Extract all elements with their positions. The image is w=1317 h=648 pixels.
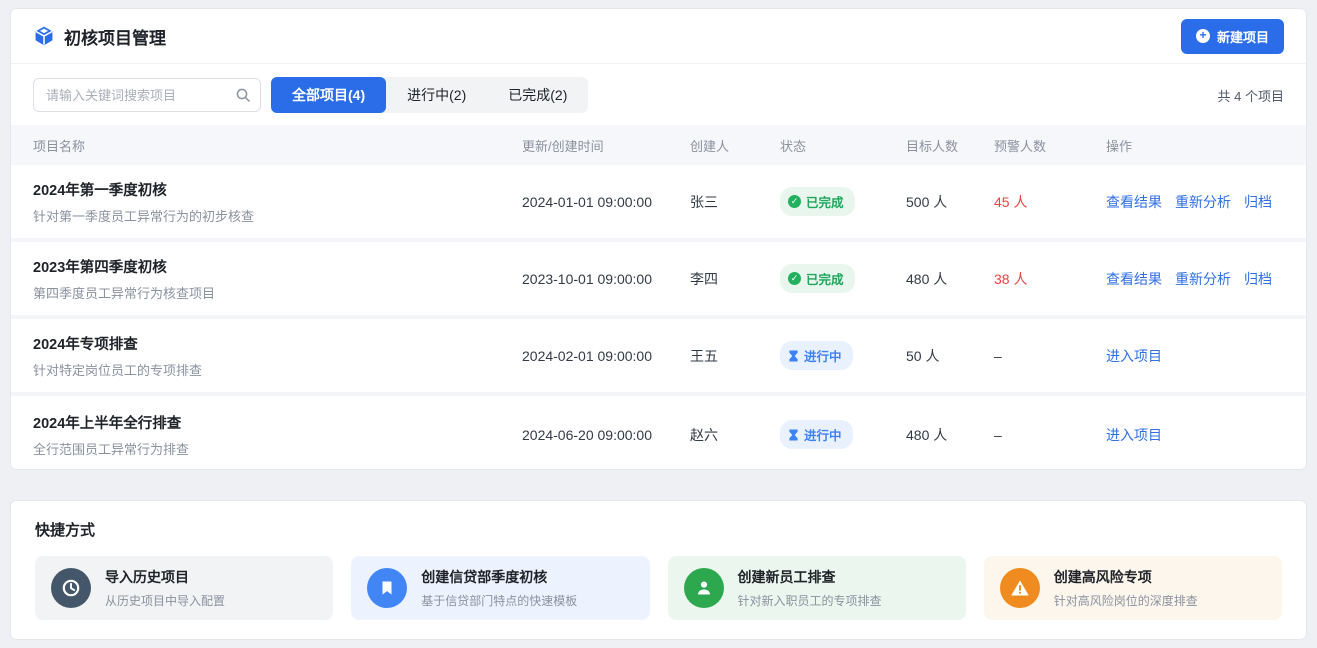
project-time: 2023-10-01 09:00:00 xyxy=(522,271,690,287)
project-time: 2024-01-01 09:00:00 xyxy=(522,194,690,210)
box-icon xyxy=(33,25,55,47)
row-actions: 进入项目 xyxy=(1106,425,1284,445)
shortcut-subtitle: 从历史项目中导入配置 xyxy=(105,592,225,609)
project-creator: 赵六 xyxy=(690,425,780,445)
toolbar: 全部项目(4) 进行中(2) 已完成(2) 共 4 个项目 xyxy=(11,64,1306,125)
action-archive[interactable]: 归档 xyxy=(1244,271,1272,287)
project-description: 第四季度员工异常行为核查项目 xyxy=(33,283,522,302)
col-target: 目标人数 xyxy=(906,136,994,155)
col-project-name: 项目名称 xyxy=(33,136,522,155)
status-badge: 进行中 xyxy=(780,341,853,370)
warning-count: 45 人 xyxy=(994,192,1106,212)
row-actions: 进入项目 xyxy=(1106,346,1284,366)
plus-circle-icon: + xyxy=(1196,29,1210,43)
user-icon xyxy=(684,568,724,608)
check-circle-icon: ✓ xyxy=(788,195,801,208)
search-icon[interactable] xyxy=(235,87,251,108)
tab-all-projects[interactable]: 全部项目(4) xyxy=(271,77,386,113)
table-row: 2024年上半年全行排查 全行范围员工异常行为排查 2024-06-20 09:… xyxy=(11,396,1306,470)
page-title: 初核项目管理 xyxy=(33,24,166,49)
warning-count: – xyxy=(994,348,1106,364)
total-count: 共 4 个项目 xyxy=(1218,86,1284,105)
table-header: 项目名称 更新/创建时间 创建人 状态 目标人数 预警人数 操作 xyxy=(11,125,1306,165)
shortcut-subtitle: 针对高风险岗位的深度排查 xyxy=(1054,592,1198,609)
col-time: 更新/创建时间 xyxy=(522,136,690,155)
new-project-button[interactable]: + 新建项目 xyxy=(1181,19,1284,54)
project-name: 2024年上半年全行排查 xyxy=(33,412,522,433)
project-description: 针对特定岗位员工的专项排查 xyxy=(33,360,522,379)
search-input[interactable] xyxy=(33,78,261,112)
main-panel: 初核项目管理 + 新建项目 全部项目(4) 进行中(2) 已完成(2) 共 4 … xyxy=(10,8,1307,470)
filter-tabs: 全部项目(4) 进行中(2) 已完成(2) xyxy=(271,77,588,113)
project-description: 全行范围员工异常行为排查 xyxy=(33,439,522,458)
action-view-results[interactable]: 查看结果 xyxy=(1106,194,1162,210)
action-enter-project[interactable]: 进入项目 xyxy=(1106,348,1162,364)
warning-count: 38 人 xyxy=(994,269,1106,289)
shortcut-card-new-employee-check[interactable]: 创建新员工排查 针对新入职员工的专项排查 xyxy=(668,556,966,620)
shortcut-title: 创建高风险专项 xyxy=(1054,567,1198,587)
status-badge: ✓ 已完成 xyxy=(780,264,855,293)
target-count: 50 人 xyxy=(906,346,994,366)
project-creator: 李四 xyxy=(690,269,780,289)
shortcut-subtitle: 针对新入职员工的专项排查 xyxy=(738,592,882,609)
status-badge: ✓ 已完成 xyxy=(780,187,855,216)
action-view-results[interactable]: 查看结果 xyxy=(1106,271,1162,287)
hourglass-icon xyxy=(788,429,799,441)
row-actions: 查看结果重新分析归档 xyxy=(1106,192,1284,212)
tab-in-progress[interactable]: 进行中(2) xyxy=(386,77,487,113)
status-badge: 进行中 xyxy=(780,420,853,449)
col-warning: 预警人数 xyxy=(994,136,1106,155)
shortcut-card-high-risk-special[interactable]: 创建高风险专项 针对高风险岗位的深度排查 xyxy=(984,556,1282,620)
target-count: 500 人 xyxy=(906,192,994,212)
tab-completed[interactable]: 已完成(2) xyxy=(487,77,588,113)
action-archive[interactable]: 归档 xyxy=(1244,194,1272,210)
search-box xyxy=(33,78,261,112)
project-name: 2023年第四季度初核 xyxy=(33,256,522,277)
project-time: 2024-06-20 09:00:00 xyxy=(522,427,690,443)
shortcut-title: 创建新员工排查 xyxy=(738,567,882,587)
shortcut-card-import-history[interactable]: 导入历史项目 从历史项目中导入配置 xyxy=(35,556,333,620)
shortcut-title: 导入历史项目 xyxy=(105,567,225,587)
target-count: 480 人 xyxy=(906,269,994,289)
col-actions: 操作 xyxy=(1106,136,1284,155)
project-creator: 张三 xyxy=(690,192,780,212)
target-count: 480 人 xyxy=(906,425,994,445)
shortcut-cards: 导入历史项目 从历史项目中导入配置 创建信贷部季度初核 基于信贷部门特点的快速模… xyxy=(35,556,1282,620)
shortcuts-title: 快捷方式 xyxy=(35,519,1282,540)
check-circle-icon: ✓ xyxy=(788,272,801,285)
warning-count: – xyxy=(994,427,1106,443)
table-row: 2023年第四季度初核 第四季度员工异常行为核查项目 2023-10-01 09… xyxy=(11,242,1306,319)
col-status: 状态 xyxy=(780,136,906,155)
col-creator: 创建人 xyxy=(690,136,780,155)
shortcut-title: 创建信贷部季度初核 xyxy=(421,567,577,587)
bookmark-icon xyxy=(367,568,407,608)
warning-triangle-icon xyxy=(1000,568,1040,608)
action-reanalyze[interactable]: 重新分析 xyxy=(1175,194,1231,210)
action-enter-project[interactable]: 进入项目 xyxy=(1106,427,1162,443)
table-row: 2024年专项排查 针对特定岗位员工的专项排查 2024-02-01 09:00… xyxy=(11,319,1306,396)
project-name: 2024年专项排查 xyxy=(33,333,522,354)
shortcut-subtitle: 基于信贷部门特点的快速模板 xyxy=(421,592,577,609)
page-header: 初核项目管理 + 新建项目 xyxy=(11,9,1306,64)
shortcuts-panel: 快捷方式 导入历史项目 从历史项目中导入配置 创建信贷部季度初核 xyxy=(10,500,1307,640)
project-description: 针对第一季度员工异常行为的初步核查 xyxy=(33,206,522,225)
action-reanalyze[interactable]: 重新分析 xyxy=(1175,271,1231,287)
row-actions: 查看结果重新分析归档 xyxy=(1106,269,1284,289)
table-row: 2024年第一季度初核 针对第一季度员工异常行为的初步核查 2024-01-01… xyxy=(11,165,1306,242)
shortcut-card-credit-dept-review[interactable]: 创建信贷部季度初核 基于信贷部门特点的快速模板 xyxy=(351,556,649,620)
project-time: 2024-02-01 09:00:00 xyxy=(522,348,690,364)
hourglass-icon xyxy=(788,350,799,362)
clock-icon xyxy=(51,568,91,608)
project-creator: 王五 xyxy=(690,346,780,366)
project-name: 2024年第一季度初核 xyxy=(33,179,522,200)
